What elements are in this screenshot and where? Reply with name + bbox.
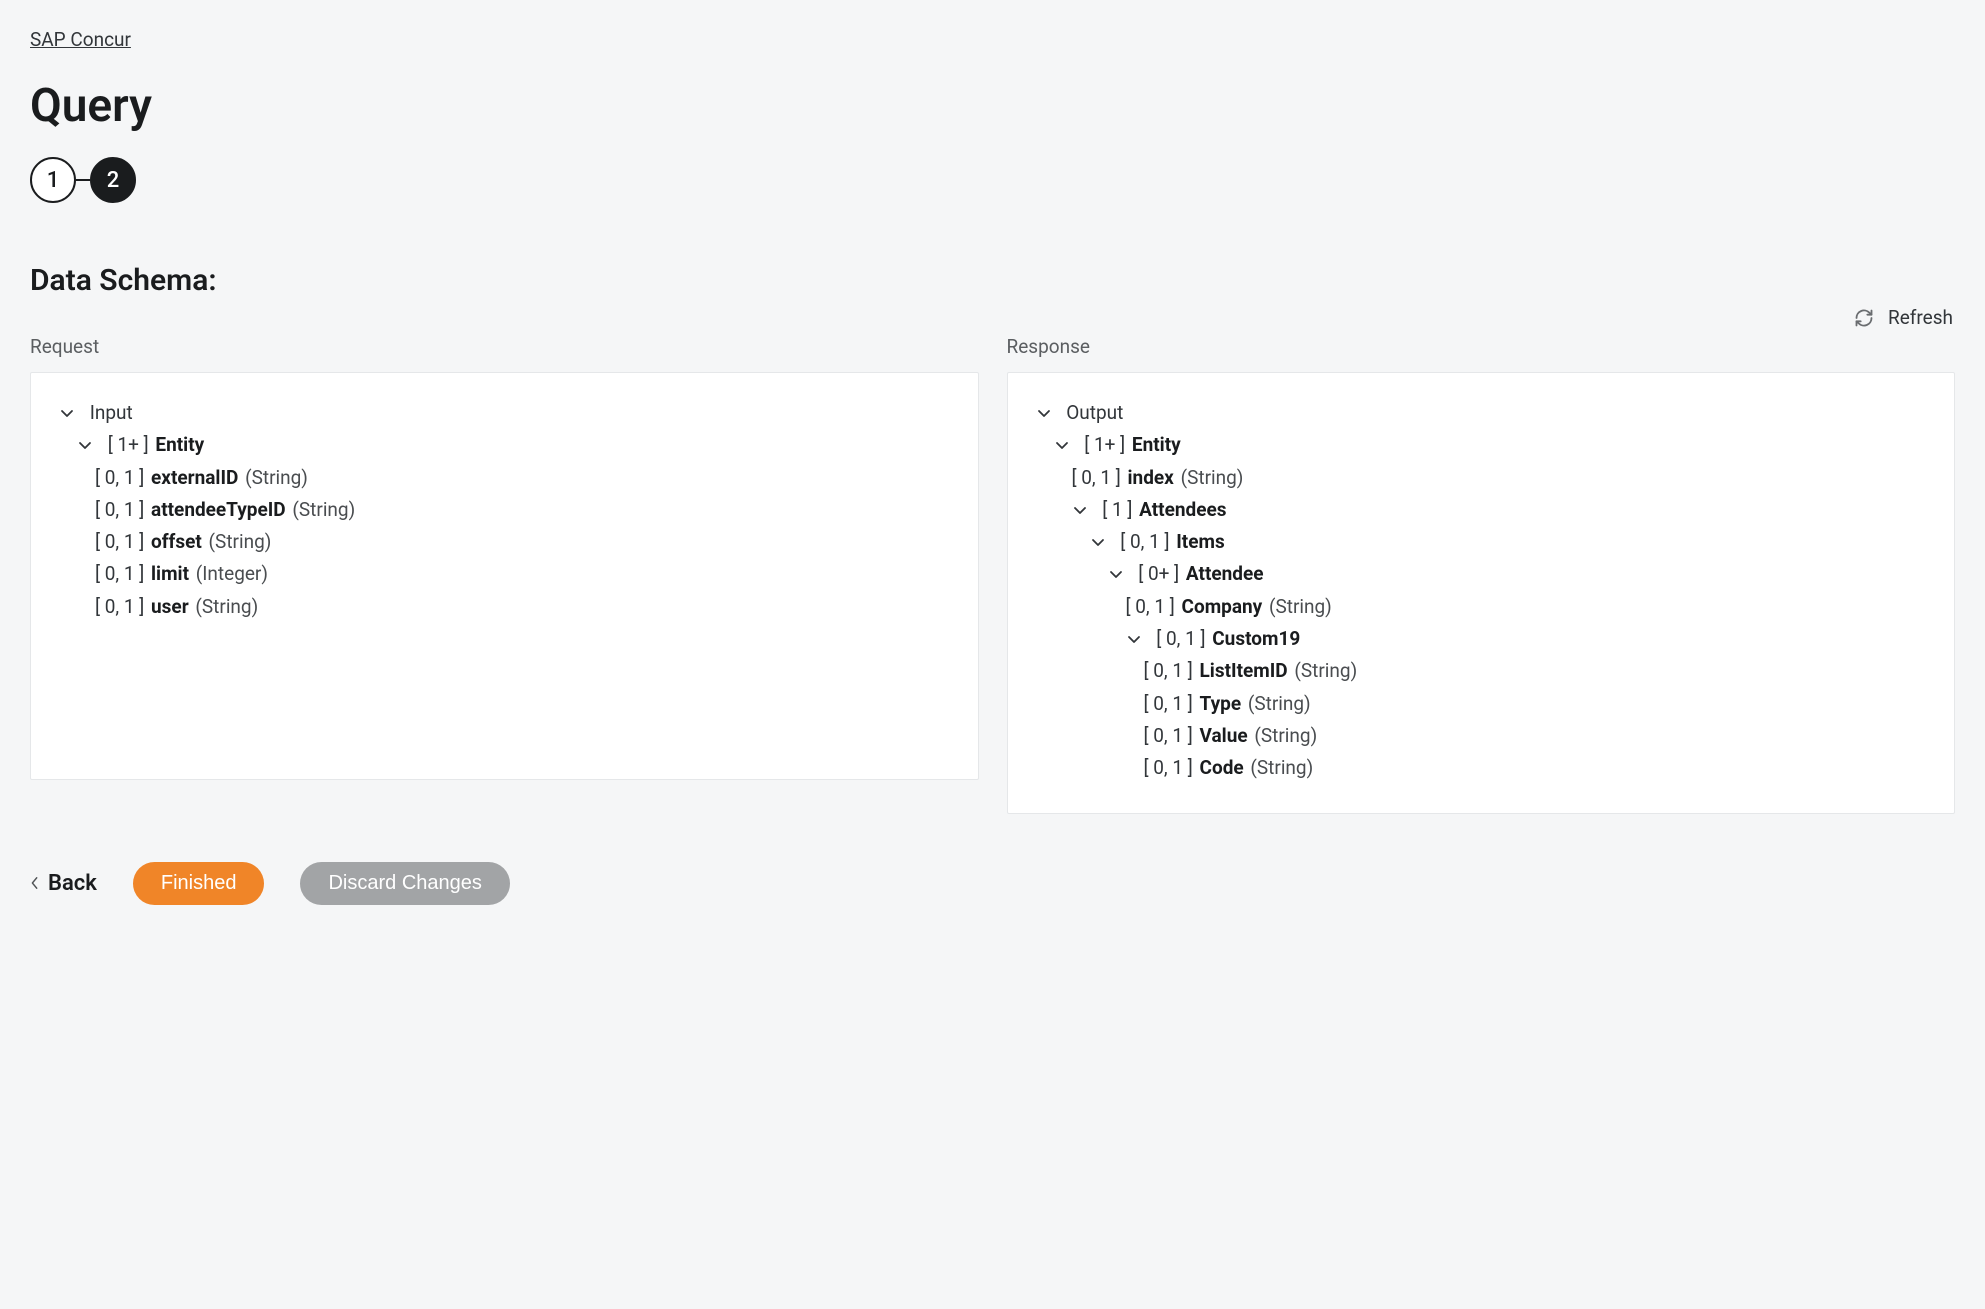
tree-label: Type [1200,692,1242,715]
response-panel: Output [ 1+ ] Entity [ 0, 1 ] index (Str… [1007,372,1956,814]
tree-label: Entity [155,433,204,456]
tree-node-input[interactable]: Input [59,397,950,429]
request-header: Request [30,335,979,358]
section-title: Data Schema: [30,263,1955,298]
tree-label: user [151,595,189,618]
tree-leaf[interactable]: [ 0, 1 ] Type (String) [1144,688,1927,720]
chevron-down-icon [1090,534,1106,550]
tree-card: [ 1 ] [1102,498,1132,521]
tree-card: [ 0, 1 ] [95,562,144,585]
tree-card: [ 1+ ] [1084,433,1125,456]
step-connector [76,179,90,181]
tree-card: [ 1+ ] [108,433,149,456]
tree-card: [ 0, 1 ] [1072,466,1121,489]
tree-node-entity[interactable]: [ 1+ ] Entity [77,429,950,461]
chevron-down-icon [1126,631,1142,647]
step-2[interactable]: 2 [90,157,136,203]
tree-leaf[interactable]: [ 0, 1 ] offset (String) [95,526,950,558]
request-panel: Input [ 1+ ] Entity [ 0, 1 ] externalID … [30,372,979,780]
refresh-label: Refresh [1888,306,1953,329]
refresh-button[interactable]: Refresh [1854,306,1953,329]
tree-type: (String) [1181,466,1244,489]
tree-leaf[interactable]: [ 0, 1 ] user (String) [95,591,950,623]
tree-type: (String) [195,595,258,618]
tree-type: (String) [1250,756,1313,779]
tree-label: Value [1200,724,1248,747]
tree-node-items[interactable]: [ 0, 1 ] Items [1090,526,1927,558]
refresh-icon [1854,308,1874,328]
tree-type: (Integer) [196,562,268,585]
tree-type: (String) [209,530,272,553]
tree-node-custom19[interactable]: [ 0, 1 ] Custom19 [1126,623,1927,655]
tree-node-output[interactable]: Output [1036,397,1927,429]
chevron-left-icon [30,876,40,890]
tree-node-attendees[interactable]: [ 1 ] Attendees [1072,494,1927,526]
tree-label: Attendees [1139,498,1226,521]
tree-label: ListItemID [1200,659,1288,682]
tree-leaf[interactable]: [ 0, 1 ] index (String) [1072,462,1927,494]
tree-node-attendee[interactable]: [ 0+ ] Attendee [1108,558,1927,590]
tree-type: (String) [1269,595,1332,618]
chevron-down-icon [77,437,93,453]
tree-leaf[interactable]: [ 0, 1 ] limit (Integer) [95,558,950,590]
step-1[interactable]: 1 [30,157,76,203]
tree-card: [ 0, 1 ] [95,498,144,521]
tree-card: [ 0, 1 ] [95,466,144,489]
tree-label: externalID [151,466,238,489]
tree-type: (String) [245,466,308,489]
tree-label: Input [90,401,133,424]
page-title: Query [30,79,1955,133]
chevron-down-icon [59,405,75,421]
tree-card: [ 0, 1 ] [1144,659,1193,682]
tree-type: (String) [292,498,355,521]
tree-card: [ 0, 1 ] [1144,724,1193,747]
tree-card: [ 0, 1 ] [1144,756,1193,779]
finished-button[interactable]: Finished [133,862,265,905]
chevron-down-icon [1054,437,1070,453]
chevron-down-icon [1072,502,1088,518]
chevron-down-icon [1036,405,1052,421]
tree-type: (String) [1254,724,1317,747]
tree-card: [ 0+ ] [1138,562,1179,585]
back-label: Back [48,871,97,896]
tree-label: limit [151,562,189,585]
tree-leaf[interactable]: [ 0, 1 ] externalID (String) [95,462,950,494]
tree-card: [ 0, 1 ] [1120,530,1169,553]
breadcrumb[interactable]: SAP Concur [30,28,131,51]
tree-label: Custom19 [1212,627,1300,650]
back-button[interactable]: Back [30,871,97,896]
tree-leaf[interactable]: [ 0, 1 ] Company (String) [1126,591,1927,623]
tree-leaf[interactable]: [ 0, 1 ] Code (String) [1144,752,1927,784]
tree-label: Output [1066,401,1123,424]
tree-leaf[interactable]: [ 0, 1 ] attendeeTypeID (String) [95,494,950,526]
tree-card: [ 0, 1 ] [95,595,144,618]
tree-label: Code [1200,756,1244,779]
tree-label: offset [151,530,202,553]
tree-label: Company [1182,595,1263,618]
tree-node-entity[interactable]: [ 1+ ] Entity [1054,429,1927,461]
tree-leaf[interactable]: [ 0, 1 ] ListItemID (String) [1144,655,1927,687]
tree-label: index [1128,466,1174,489]
response-header: Response [1007,335,1956,358]
discard-changes-button[interactable]: Discard Changes [300,862,509,905]
tree-type: (String) [1294,659,1357,682]
chevron-down-icon [1108,566,1124,582]
tree-card: [ 0, 1 ] [1144,692,1193,715]
tree-type: (String) [1248,692,1311,715]
tree-label: Entity [1132,433,1181,456]
tree-card: [ 0, 1 ] [1126,595,1175,618]
tree-label: attendeeTypeID [151,498,286,521]
tree-card: [ 0, 1 ] [95,530,144,553]
tree-card: [ 0, 1 ] [1156,627,1205,650]
tree-label: Attendee [1186,562,1264,585]
tree-leaf[interactable]: [ 0, 1 ] Value (String) [1144,720,1927,752]
tree-label: Items [1176,530,1224,553]
stepper: 1 2 [30,157,1955,203]
